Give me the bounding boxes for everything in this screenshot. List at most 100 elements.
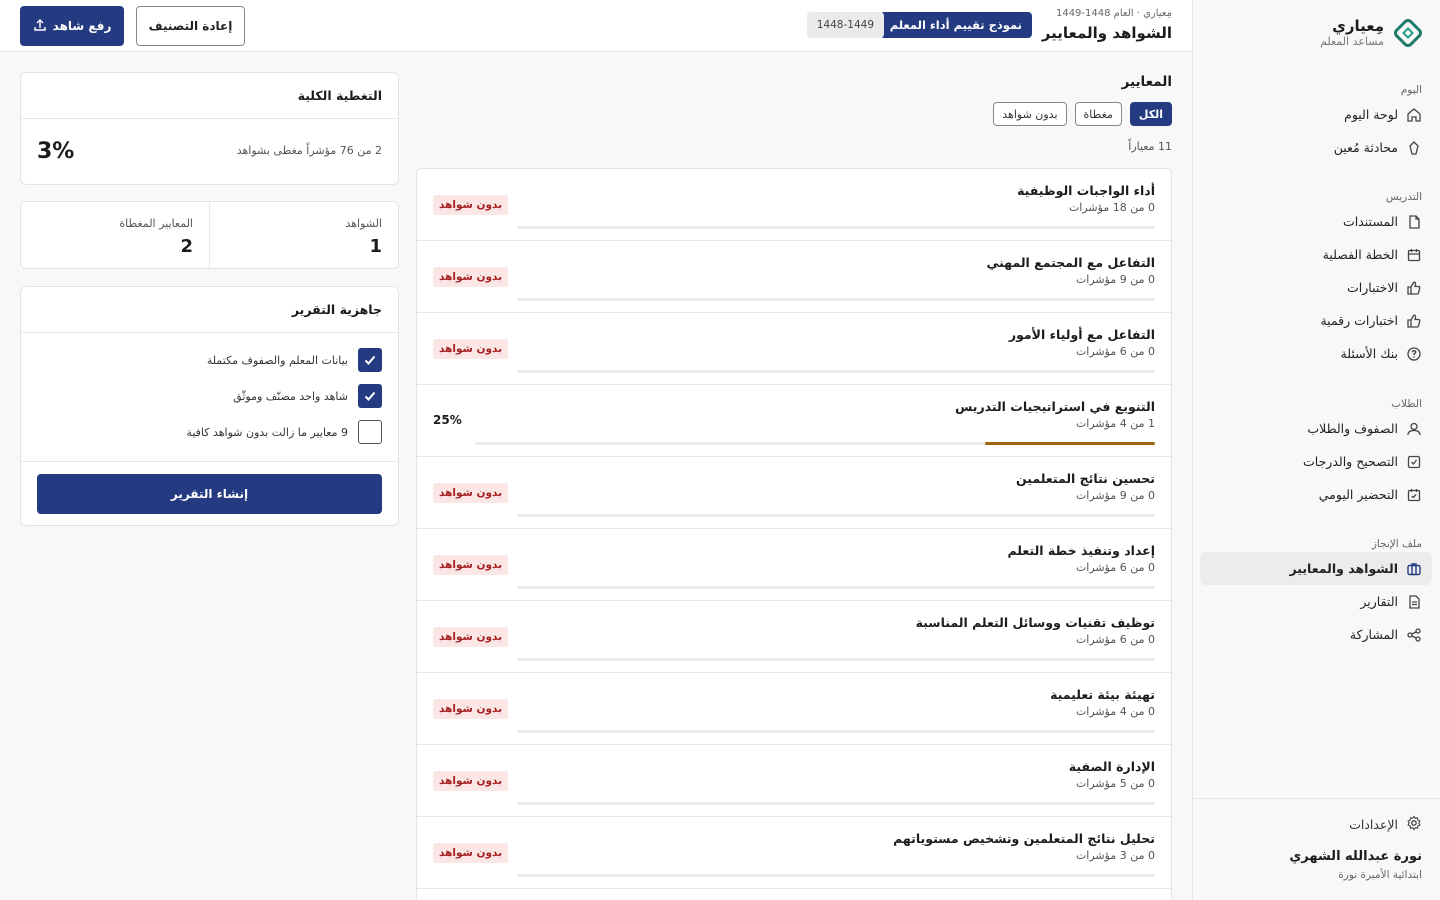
check-label: بيانات المعلم والصفوف مكتملة: [206, 353, 348, 367]
nav-section-title: ملف الإنجاز: [1371, 538, 1422, 550]
nav-section-title: اليوم: [1400, 84, 1422, 96]
sidebar-item-digital-tests[interactable]: اختبارات رقمية: [1192, 304, 1440, 337]
create-report-button[interactable]: إنشاء التقرير: [37, 474, 382, 514]
stats-card: الشواهد 1 المعايير المغطاة 2: [20, 201, 399, 270]
criterion-name: إعداد وتنفيذ خطة التعلم: [1007, 543, 1156, 558]
criterion-indicators: 0 من 3 مؤشرات: [1075, 849, 1155, 862]
coverage-percent: 3%: [37, 139, 75, 164]
criterion-row[interactable]: التنويع في استراتيجيات التدريس 1 من 4 مؤش…: [417, 385, 1171, 457]
check-label: شاهد واحد مصنّف وموثّق: [233, 389, 348, 403]
criterion-row[interactable]: إعداد وتنفيذ خطة التعلم 0 من 6 مؤشرات بدون…: [417, 529, 1171, 601]
criterion-progress-bar: [517, 658, 1155, 661]
criterion-indicators: 0 من 6 مؤشرات: [1075, 345, 1155, 358]
readiness-check-teacher-data[interactable]: بيانات المعلم والصفوف مكتملة: [207, 348, 382, 372]
reclassify-label: إعادة التصنيف: [148, 19, 233, 33]
top-header: مِعياري · العام 1448-1449 الشواهد والمعا…: [0, 0, 1192, 52]
no-evidence-badge: بدون شواهد: [433, 267, 509, 287]
nav-section-teaching: التدريس المستندات الخطة الفصلية الاختبار…: [1192, 189, 1440, 370]
reclassify-button[interactable]: إعادة التصنيف: [136, 6, 245, 46]
criterion-row[interactable]: تحليل نتائج المتعلمين وتشخيص مستوياتهم 0 …: [417, 817, 1171, 889]
sidebar-item-label: بنك الأسئلة: [1340, 346, 1398, 361]
criterion-name: التفاعل مع أولياء الأمور: [1008, 327, 1155, 342]
question-circle-icon: [1406, 346, 1422, 362]
brand[interactable]: مِعياري مساعد المعلم: [1320, 16, 1422, 50]
sidebar-footer: الإعدادات نورة عبدالله الشهري ابتدائية ا…: [1192, 798, 1440, 900]
readiness-check-remaining[interactable]: 9 معايير ما زالت بدون شواهد كافية: [186, 420, 382, 444]
criterion-name: التفاعل مع المجتمع المهني: [986, 255, 1155, 270]
checkbox[interactable]: [358, 420, 382, 444]
gear-icon: [1406, 815, 1422, 834]
divider: [21, 461, 398, 462]
criterion-name: أداء الواجبات الوظيفية: [1017, 183, 1155, 198]
sidebar-item-reports[interactable]: التقارير: [1192, 585, 1440, 618]
user-name: نورة عبدالله الشهري: [1289, 849, 1422, 864]
settings-link[interactable]: الإعدادات: [1349, 815, 1422, 834]
criteria-count: 11 معياراً: [1128, 140, 1172, 153]
sidebar-item-label: المشاركة: [1349, 627, 1398, 642]
criterion-row[interactable]: التفاعل مع أولياء الأمور 0 من 6 مؤشرات بدو…: [417, 313, 1171, 385]
no-evidence-badge: بدون شواهد: [433, 483, 509, 503]
criterion-row[interactable]: تهيئة بيئة تعليمية 0 من 4 مؤشرات بدون شواه…: [417, 673, 1171, 745]
filter-all[interactable]: الكل: [1129, 102, 1172, 126]
sidebar-item-tests[interactable]: الاختبارات: [1192, 271, 1440, 304]
checkbox[interactable]: [358, 348, 382, 372]
evidence-stat-value: 1: [369, 236, 382, 257]
sidebar-item-moeen-chat[interactable]: محادثة مُعين: [1192, 131, 1440, 164]
upload-evidence-button[interactable]: رفع شاهد: [20, 6, 124, 46]
criteria-list: أداء الواجبات الوظيفية 0 من 18 مؤشرات بدون…: [416, 168, 1172, 900]
page-title: الشواهد والمعايير: [1041, 24, 1172, 42]
upload-label: رفع شاهد: [52, 19, 112, 33]
criterion-row[interactable]: التفاعل مع المجتمع المهني 0 من 9 مؤشرات بد…: [417, 241, 1171, 313]
coverage-title: التغطية الكلية: [297, 88, 382, 103]
thumbs-up-icon: [1406, 280, 1422, 296]
criterion-row[interactable]: الإدارة الصفية 0 من 5 مؤشرات بدون شواهد: [417, 745, 1171, 817]
document-icon: [1406, 214, 1422, 230]
criterion-indicators: 0 من 6 مؤشرات: [1075, 561, 1155, 574]
criterion-row[interactable]: أداء الواجبات الوظيفية 0 من 18 مؤشرات بدون…: [417, 169, 1171, 241]
nav-section-today: اليوم لوحة اليوم محادثة مُعين: [1192, 82, 1440, 164]
upload-icon: [33, 18, 47, 35]
sidebar-item-today-dashboard[interactable]: لوحة اليوم: [1192, 98, 1440, 131]
criterion-name: تهيئة بيئة تعليمية: [1050, 687, 1155, 702]
no-evidence-badge: بدون شواهد: [433, 627, 509, 647]
sidebar-item-semester-plan[interactable]: الخطة الفصلية: [1192, 238, 1440, 271]
no-evidence-badge: بدون شواهد: [433, 771, 509, 791]
sidebar-item-daily-prep[interactable]: التحضير اليومي: [1192, 478, 1440, 511]
criterion-progress-bar: [517, 586, 1155, 589]
sidebar-item-label: المستندات: [1342, 214, 1398, 229]
criterion-row[interactable]: تحسين نتائج المتعلمين 0 من 9 مؤشرات بدون ش…: [417, 457, 1171, 529]
user-icon: [1406, 421, 1422, 437]
sidebar-item-question-bank[interactable]: بنك الأسئلة: [1192, 337, 1440, 370]
calendar-check-icon: [1406, 487, 1422, 503]
checkbox[interactable]: [358, 384, 382, 408]
criterion-name: الإدارة الصفية: [1068, 759, 1155, 774]
criterion-progress-bar: [517, 874, 1155, 877]
nav-section-students: الطلاب الصفوف والطلاب التصحيح والدرجات ا…: [1192, 396, 1440, 511]
filter-no-evidence[interactable]: بدون شواهد: [993, 102, 1067, 126]
readiness-check-evidence[interactable]: شاهد واحد مصنّف وموثّق: [233, 384, 382, 408]
sidebar-item-label: اختبارات رقمية: [1320, 313, 1398, 328]
check-icon: [364, 391, 376, 401]
sidebar-item-evidence-standards[interactable]: الشواهد والمعايير: [1200, 552, 1432, 585]
check-square-icon: [1406, 454, 1422, 470]
nav-section-portfolio: ملف الإنجاز الشواهد والمعايير التقارير ا…: [1192, 536, 1440, 651]
criteria-filters: الكل مغطاة بدون شواهد: [993, 102, 1172, 126]
sidebar-item-classes-students[interactable]: الصفوف والطلاب: [1192, 412, 1440, 445]
sidebar-item-documents[interactable]: المستندات: [1192, 205, 1440, 238]
report-readiness-card: جاهزية التقرير بيانات المعلم والصفوف مكت…: [20, 286, 399, 526]
home-icon: [1406, 107, 1422, 123]
evidence-stat: الشواهد 1: [209, 202, 398, 270]
criterion-row[interactable]: توظيف تقنيات ووسائل التعلم المناسبة 0 من …: [417, 601, 1171, 673]
criterion-indicators: 0 من 4 مؤشرات: [1075, 705, 1155, 718]
create-report-label: إنشاء التقرير: [170, 487, 249, 501]
sidebar-item-label: الاختبارات: [1347, 280, 1398, 295]
covered-stat-label: المعايير المغطاة: [119, 217, 193, 230]
sidebar-item-sharing[interactable]: المشاركة: [1192, 618, 1440, 651]
readiness-title: جاهزية التقرير: [291, 302, 382, 317]
share-icon: [1406, 627, 1422, 643]
no-evidence-badge: بدون شواهد: [433, 195, 509, 215]
criterion-indicators: 0 من 18 مؤشرات: [1068, 201, 1155, 214]
criterion-progress-bar: [517, 370, 1155, 373]
sidebar-item-grading[interactable]: التصحيح والدرجات: [1192, 445, 1440, 478]
filter-covered[interactable]: مغطاة: [1074, 102, 1122, 126]
